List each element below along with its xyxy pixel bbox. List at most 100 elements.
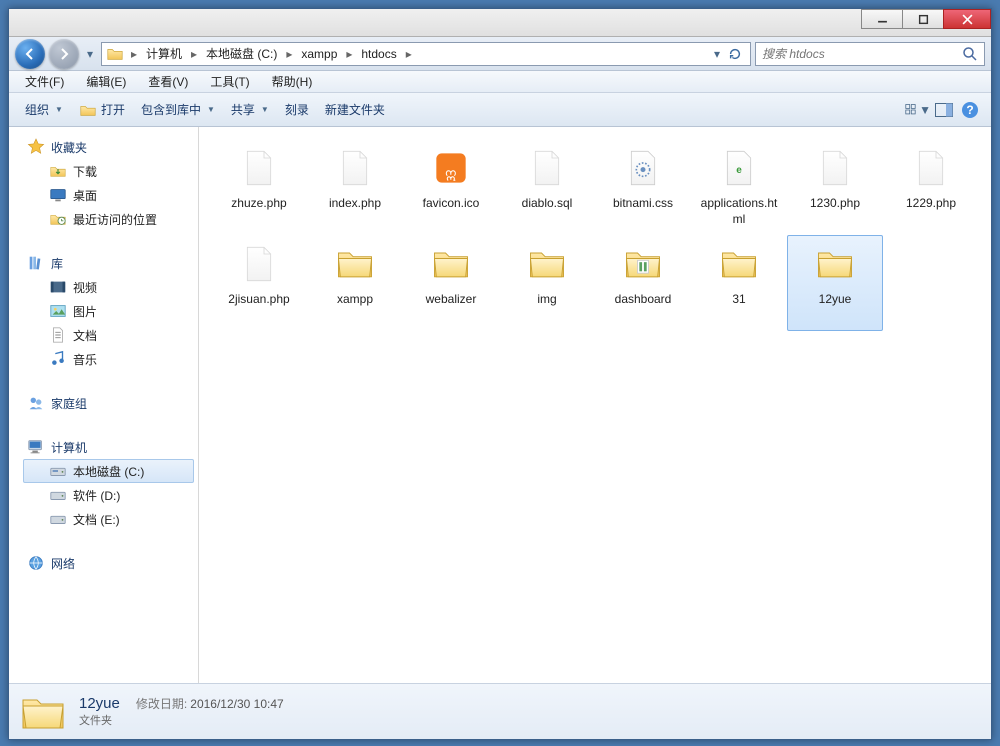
address-bar[interactable]: ▸ 计算机 ▸ 本地磁盘 (C:) ▸ xampp ▸ htdocs ▸ ▾ [101,42,751,66]
maximize-button[interactable] [902,9,944,29]
homegroup-label: 家庭组 [51,395,87,412]
file-item[interactable]: diablo.sql [499,139,595,235]
back-button[interactable] [15,39,45,69]
folder-item[interactable]: 31 [691,235,787,331]
menu-help[interactable]: 帮助(H) [262,71,323,92]
sidebar-item-drive-e[interactable]: 文档 (E:) [23,507,194,531]
file-label: diablo.sql [522,196,573,212]
chevron-right-icon[interactable]: ▸ [188,43,200,65]
details-name: 12yue [79,695,120,712]
folder-item[interactable]: xampp [307,235,403,331]
menu-edit[interactable]: 编辑(E) [76,71,136,92]
forward-button[interactable] [49,39,79,69]
search-input[interactable] [762,47,962,61]
file-item[interactable]: 2jisuan.php [211,235,307,331]
file-item[interactable]: eapplications.html [691,139,787,235]
network-header[interactable]: 网络 [23,551,194,575]
tree-label: 下载 [73,163,97,180]
explorer-window: ▾ ▸ 计算机 ▸ 本地磁盘 (C:) ▸ xampp ▸ htdocs ▸ ▾ [8,8,992,740]
sidebar-item-desktop[interactable]: 桌面 [23,183,194,207]
file-list[interactable]: zhuze.phpindex.phpဣfavicon.ico diablo.sql… [203,127,991,683]
svg-text:?: ? [966,103,973,117]
sidebar-item-videos[interactable]: 视频 [23,275,194,299]
help-button[interactable]: ? [957,98,983,122]
folder-icon [715,240,763,288]
menu-view[interactable]: 查看(V) [138,71,198,92]
folder-icon [427,240,475,288]
file-label: xampp [337,292,373,308]
sidebar-item-drive-d[interactable]: 软件 (D:) [23,483,194,507]
breadcrumb-item[interactable]: htdocs [355,43,402,65]
close-button[interactable] [943,9,991,29]
chevron-right-icon[interactable]: ▸ [128,43,140,65]
share-button[interactable]: 共享▼ [223,98,277,121]
burn-button[interactable]: 刻录 [277,98,317,121]
breadcrumb-item[interactable]: 计算机 [140,43,188,65]
tree-label: 文档 (E:) [73,511,120,528]
file-item[interactable]: zhuze.php [211,139,307,235]
file-item[interactable]: 1229.php [883,139,979,235]
folder-item[interactable]: 12yue [787,235,883,331]
organize-button[interactable]: 组织▼ [17,98,71,121]
open-button[interactable]: 打开 [71,98,133,122]
minimize-button[interactable] [861,9,903,29]
chevron-right-icon[interactable]: ▸ [343,43,355,65]
sidebar-item-music[interactable]: 音乐 [23,347,194,371]
file-label: bitnami.css [613,196,673,212]
computer-header[interactable]: 计算机 [23,435,194,459]
tiles-icon [905,102,919,118]
refresh-button[interactable] [724,43,746,65]
file-label: 1230.php [810,196,860,212]
music-icon [49,350,67,368]
file-label: 2jisuan.php [228,292,289,308]
breadcrumb-item[interactable]: xampp [295,43,343,65]
chevron-right-icon[interactable]: ▸ [403,43,415,65]
breadcrumb-item[interactable]: 本地磁盘 (C:) [200,43,283,65]
search-box[interactable] [755,42,985,66]
file-css-icon [619,144,667,192]
libraries-label: 库 [51,255,63,272]
menu-tools[interactable]: 工具(T) [200,71,259,92]
file-item[interactable]: ဣfavicon.ico [403,139,499,235]
include-in-library-button[interactable]: 包含到库中▼ [133,98,223,121]
arrow-right-icon [56,46,72,62]
menu-file[interactable]: 文件(F) [15,71,74,92]
libraries-header[interactable]: 库 [23,251,194,275]
video-icon [49,278,67,296]
sidebar-item-downloads[interactable]: 下载 [23,159,194,183]
file-item[interactable]: bitnami.css [595,139,691,235]
favorites-header[interactable]: 收藏夹 [23,135,194,159]
view-options-button[interactable]: ▼ [905,98,931,122]
navigation-pane[interactable]: 收藏夹 下载 桌面 最近访问的位置 库 [9,127,199,683]
sidebar-item-documents[interactable]: 文档 [23,323,194,347]
file-label: dashboard [615,292,672,308]
tree-label: 文档 [73,327,97,344]
svg-text:e: e [736,165,742,176]
nav-history-dropdown[interactable]: ▾ [83,43,97,65]
folder-item[interactable]: webalizer [403,235,499,331]
drive-icon [49,510,67,528]
homegroup-header[interactable]: 家庭组 [23,391,194,415]
folder-icon [811,240,859,288]
address-dropdown[interactable]: ▾ [710,43,724,65]
file-blank-icon [235,144,283,192]
file-item[interactable]: 1230.php [787,139,883,235]
folder-item[interactable]: dashboard [595,235,691,331]
sidebar-item-drive-c[interactable]: 本地磁盘 (C:) [23,459,194,483]
arrow-left-icon [22,46,38,62]
file-blank-icon [331,144,379,192]
chevron-right-icon[interactable]: ▸ [283,43,295,65]
file-item[interactable]: index.php [307,139,403,235]
recent-icon [49,210,67,228]
tree-label: 图片 [73,303,97,320]
sidebar-item-recent[interactable]: 最近访问的位置 [23,207,194,231]
file-blank-icon [523,144,571,192]
title-bar [9,9,991,37]
refresh-icon [728,47,742,61]
preview-pane-button[interactable] [931,98,957,122]
file-label: img [537,292,556,308]
new-folder-button[interactable]: 新建文件夹 [317,98,393,121]
folder-item[interactable]: img [499,235,595,331]
help-icon: ? [961,101,979,119]
sidebar-item-pictures[interactable]: 图片 [23,299,194,323]
